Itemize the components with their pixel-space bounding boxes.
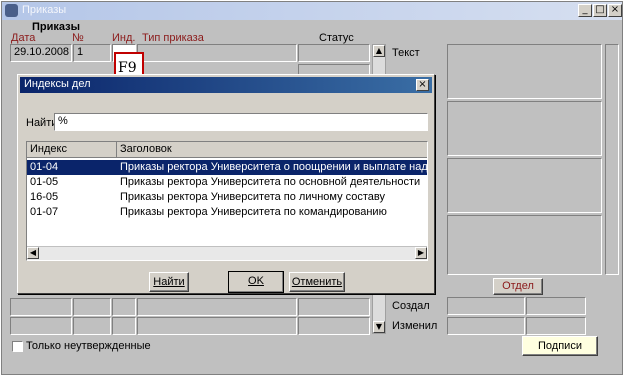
changed-by-field[interactable] (447, 317, 525, 335)
ok-button-label: OK (248, 275, 264, 287)
window-title: Приказы (22, 4, 67, 16)
find-label: Найти (26, 117, 58, 129)
grid-cell-title: Приказы ректора Университета по личному … (120, 191, 386, 203)
find-button[interactable]: Найти (149, 272, 189, 292)
dialog-close-icon[interactable]: × (416, 79, 429, 91)
find-input[interactable]: % (54, 113, 428, 131)
case-indexes-dialog: Индексы дел × Найти % Индекс Заголовок 0… (17, 74, 435, 294)
grid-cell-index: 01-04 (30, 161, 59, 173)
created-by-field[interactable] (447, 297, 525, 315)
scroll-down-icon[interactable]: ▼ (373, 321, 385, 333)
grid-header: Индекс Заголовок (27, 142, 427, 158)
dialog-title: Индексы дел (24, 78, 91, 90)
cancel-button-label: Отменить (291, 276, 343, 288)
col-type-header: Тип приказа (142, 32, 204, 44)
date-field[interactable] (10, 298, 72, 316)
app-icon (5, 4, 18, 17)
grid-horizontal-scrollbar[interactable]: ◀ ▶ (27, 246, 427, 260)
scroll-up-icon[interactable]: ▲ (373, 45, 385, 57)
index-field[interactable] (112, 317, 136, 335)
text-panel-4[interactable] (447, 215, 602, 275)
grid-cell-title: Приказы ректора Университета по командир… (120, 206, 387, 218)
created-label: Создал (392, 300, 430, 312)
grid-row[interactable]: 01-05 Приказы ректора Университета по ос… (27, 175, 427, 190)
index-field[interactable] (112, 298, 136, 316)
dialog-titlebar: Индексы дел × (20, 77, 432, 93)
changed-at-field[interactable] (526, 317, 586, 335)
scroll-left-icon[interactable]: ◀ (27, 247, 39, 259)
changed-label: Изменил (392, 320, 438, 332)
date-field[interactable]: 29.10.2008 (10, 44, 72, 62)
text-label: Текст (392, 47, 420, 59)
col-index-header: Инд. (112, 32, 136, 44)
grid-row[interactable]: 01-07 Приказы ректора Университета по ко… (27, 205, 427, 220)
grid-header-title[interactable]: Заголовок (117, 142, 427, 158)
scroll-right-icon[interactable]: ▶ (415, 247, 427, 259)
maximize-button[interactable]: □ (593, 4, 607, 17)
number-field[interactable] (73, 298, 111, 316)
col-status-header: Статус (319, 32, 354, 44)
text-panel-2[interactable] (447, 101, 602, 156)
grid-header-index[interactable]: Индекс (27, 142, 117, 158)
signatures-button[interactable]: Подписи (522, 336, 598, 356)
grid-cell-index: 16-05 (30, 191, 59, 203)
only-unapproved-checkbox[interactable] (12, 341, 23, 352)
only-unapproved-label: Только неутвержденные (26, 340, 151, 352)
grid-cell-title: Приказы ректора Университета по основной… (120, 176, 421, 188)
ok-button[interactable]: OK (228, 271, 284, 293)
number-field[interactable] (73, 317, 111, 335)
minimize-button[interactable]: _ (578, 4, 592, 17)
indexes-grid: Индекс Заголовок 01-04 Приказы ректора У… (26, 141, 428, 261)
date-field[interactable] (10, 317, 72, 335)
status-field[interactable] (298, 317, 370, 335)
grid-cell-index: 01-07 (30, 206, 59, 218)
text-panel-3[interactable] (447, 158, 602, 213)
department-button[interactable]: Отдел (493, 278, 543, 295)
grid-cell-index: 01-05 (30, 176, 59, 188)
right-column-panel (605, 44, 619, 275)
window-titlebar: Приказы _ □ × (2, 2, 622, 20)
type-field[interactable] (137, 317, 297, 335)
find-button-label: Найти (153, 276, 185, 288)
grid-cell-title: Приказы ректора Университета о поощрении… (120, 161, 427, 173)
text-panel[interactable] (447, 44, 602, 99)
created-at-field[interactable] (526, 297, 586, 315)
close-button[interactable]: × (608, 4, 622, 17)
cancel-button[interactable]: Отменить (289, 272, 345, 292)
status-field[interactable] (298, 298, 370, 316)
col-date-header: Дата (11, 32, 36, 44)
status-field[interactable] (298, 44, 370, 62)
grid-row[interactable]: 01-04 Приказы ректора Университета о поо… (27, 160, 427, 175)
col-number-header: № (72, 32, 84, 44)
grid-row[interactable]: 16-05 Приказы ректора Университета по ли… (27, 190, 427, 205)
type-field[interactable] (137, 298, 297, 316)
